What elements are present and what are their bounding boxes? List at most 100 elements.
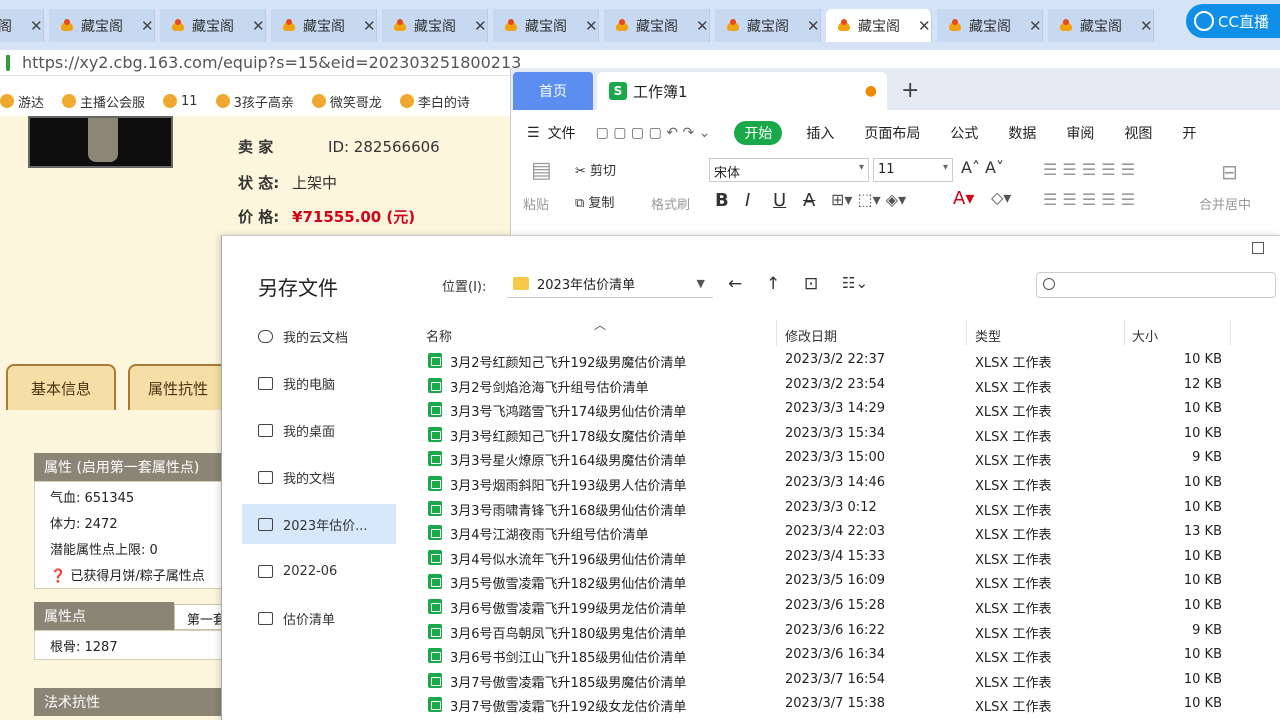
wps-home-tab[interactable]: 首页 [513, 72, 593, 110]
bookmark-item[interactable]: 微笑哥龙 [311, 92, 382, 111]
new-folder-icon[interactable]: ⊡ [804, 274, 818, 294]
align-icons-top[interactable]: ☰ ☰ ☰ ☰ ☰ [1043, 160, 1135, 179]
sidebar-item[interactable]: 我的云文档 [242, 316, 396, 356]
sidebar-item[interactable]: 估价清单 [242, 598, 396, 638]
file-row[interactable]: 3月3号星火燎原飞升164级男魔估价清单 2023/3/3 15:00 XLSX 工… [426, 447, 1246, 471]
browser-tab[interactable]: 藏宝阁 ✕ [271, 9, 377, 42]
close-icon[interactable]: ✕ [363, 17, 376, 35]
browser-tab[interactable]: 藏宝阁 ✕ [160, 9, 266, 42]
tab-basic-info[interactable]: 基本信息 [6, 364, 116, 410]
italic-icon[interactable]: I [745, 190, 750, 211]
file-row[interactable]: 3月6号书剑江山飞升185级男仙估价清单 2023/3/6 16:34 XLSX 工… [426, 644, 1246, 668]
menu-formula[interactable]: 公式 [950, 123, 978, 143]
col-name[interactable]: 名称 [426, 326, 452, 345]
browser-tab[interactable]: 藏宝阁 ✕ [604, 9, 710, 42]
back-arrow-icon[interactable]: ← [728, 274, 742, 294]
wps-workbook-tab[interactable]: S 工作簿1 ● [597, 72, 887, 110]
new-tab-plus-icon[interactable]: + [901, 78, 919, 103]
menu-view[interactable]: 视图 [1124, 123, 1152, 143]
clear-format-icon[interactable]: ◇▾ [991, 188, 1011, 207]
url-text[interactable]: https://xy2.cbg.163.com/equip?s=15&eid=2… [22, 53, 520, 72]
border-icon[interactable]: ⊞▾ ⬚▾ ◈▾ [831, 190, 906, 209]
file-row[interactable]: 3月4号江湖夜雨飞升组号估价清单 2023/3/4 22:03 XLSX 工作表 13… [426, 521, 1246, 545]
bookmark-item[interactable]: 主播公会服 [62, 92, 145, 111]
file-row[interactable]: 3月4号似水流年飞升196级男仙估价清单 2023/3/4 15:33 XLSX 工… [426, 546, 1246, 570]
paste-icon[interactable]: ▤ [531, 158, 552, 183]
file-row[interactable]: 3月3号飞鸿踏雪飞升174级男仙估价清单 2023/3/3 14:29 XLSX 工… [426, 398, 1246, 422]
browser-tab[interactable]: 藏宝阁 ✕ [1048, 9, 1154, 42]
menu-data[interactable]: 数据 [1008, 123, 1036, 143]
bookmark-item[interactable]: 11 [163, 94, 198, 109]
view-mode-icon[interactable]: ☷⌄ [842, 274, 868, 292]
paste-button[interactable]: 粘贴 [523, 194, 549, 213]
browser-tab[interactable]: 藏宝阁 ✕ [382, 9, 488, 42]
font-family-select[interactable]: 宋体 ▾ [709, 158, 869, 182]
col-size[interactable]: 大小 [1132, 326, 1158, 345]
browser-tab[interactable]: 藏宝阁 ✕ [937, 9, 1043, 42]
browser-tab[interactable]: 藏宝阁 ✕ [49, 9, 155, 42]
align-icons-bottom[interactable]: ☰ ☰ ☰ ☰ ☰ [1043, 190, 1135, 209]
font-color-icon[interactable]: A▾ [953, 188, 974, 209]
cc-live-badge[interactable]: CC直播 [1186, 4, 1280, 38]
menu-file[interactable]: 文件 [548, 123, 576, 143]
font-grow-shrink-icons[interactable]: A˄ A˅ [961, 158, 1004, 177]
copy-button[interactable]: ⧉ 复制 [575, 192, 614, 211]
sidebar-item[interactable]: 我的电脑 [242, 363, 396, 403]
menu-insert[interactable]: 插入 [806, 123, 834, 143]
menu-review[interactable]: 审阅 [1066, 123, 1094, 143]
close-icon[interactable]: ✕ [30, 17, 43, 35]
browser-tab[interactable]: 藏宝阁 ✕ [0, 9, 44, 42]
maximize-icon[interactable] [1252, 242, 1264, 254]
file-row[interactable]: 3月6号百鸟朝凤飞升180级男鬼估价清单 2023/3/6 16:22 XLSX 工… [426, 620, 1246, 644]
close-icon[interactable]: ✕ [141, 17, 154, 35]
close-icon[interactable]: ✕ [585, 17, 598, 35]
file-row[interactable]: 3月6号傲雪凌霜飞升199级男龙估价清单 2023/3/6 15:28 XLSX 工… [426, 595, 1246, 619]
bold-icon[interactable]: B [715, 190, 729, 211]
sidebar-item[interactable]: 2022-06 [242, 551, 396, 591]
file-row[interactable]: 3月7号傲雪凌霜飞升185级男魔估价清单 2023/3/7 16:54 XLSX 工… [426, 669, 1246, 693]
bookmark-item[interactable]: 3孩子高亲 [215, 92, 294, 111]
font-size-select[interactable]: 11 ▾ [873, 158, 953, 182]
sidebar-item[interactable]: 我的桌面 [242, 410, 396, 450]
close-icon[interactable]: ✕ [1029, 17, 1042, 35]
format-painter-button[interactable]: 格式刷 [651, 194, 690, 213]
bookmark-item[interactable]: 游达 [0, 92, 44, 111]
file-row[interactable]: 3月7号傲雪凌霜飞升192级女龙估价清单 2023/3/7 15:38 XLSX 工… [426, 693, 1246, 717]
close-icon[interactable]: ✕ [474, 17, 487, 35]
sidebar-item[interactable]: 我的文档 [242, 457, 396, 497]
close-icon[interactable]: ✕ [807, 17, 820, 35]
menu-page-layout[interactable]: 页面布局 [864, 123, 920, 143]
cut-button[interactable]: ✂ 剪切 [575, 160, 616, 179]
file-row[interactable]: 3月5号傲雪凌霜飞升182级男仙估价清单 2023/3/5 16:09 XLSX 工… [426, 570, 1246, 594]
close-icon[interactable]: ✕ [918, 17, 931, 35]
file-row[interactable]: 3月2号剑焰沧海飞升组号估价清单 2023/3/2 23:54 XLSX 工作表 12… [426, 374, 1246, 398]
browser-tab[interactable]: 藏宝阁 ✕ [715, 9, 821, 42]
tab-attr-resist[interactable]: 属性抗性 [128, 364, 228, 410]
address-bar[interactable]: https://xy2.cbg.163.com/equip?s=15&eid=2… [0, 50, 520, 76]
menu-more[interactable]: 开 [1182, 123, 1196, 143]
sidebar-item[interactable]: 2023年估价... [242, 504, 396, 544]
browser-tab[interactable]: 藏宝阁 ✕ [826, 9, 932, 42]
toolbar-quick-icons[interactable]: ▢ ▢ ▢ ▢ ↶ ↷ ⌄ [596, 125, 711, 141]
points-set-tab[interactable]: 第一套 [174, 604, 224, 630]
strikethrough-icon[interactable]: A [803, 190, 815, 211]
file-row[interactable]: 3月2号红颜知己飞升192级男魔估价清单 2023/3/2 22:37 XLSX 工… [426, 349, 1246, 373]
close-icon[interactable]: ✕ [696, 17, 709, 35]
file-row[interactable]: 3月3号烟雨斜阳飞升193级男人估价清单 2023/3/3 14:46 XLSX 工… [426, 472, 1246, 496]
bookmark-item[interactable]: 李白的诗 [399, 92, 470, 111]
merge-icon[interactable]: ⊟ [1221, 160, 1238, 184]
menu-start[interactable]: 开始 [734, 121, 783, 145]
menu-hamburger-icon[interactable]: ☰ [527, 125, 540, 141]
file-row[interactable]: 3月3号红颜知己飞升178级女魔估价清单 2023/3/3 15:34 XLSX 工… [426, 423, 1246, 447]
close-icon[interactable]: ✕ [1140, 17, 1153, 35]
merge-button[interactable]: 合并居中 [1199, 194, 1251, 213]
location-select[interactable]: 2023年估价清单 ▼ [507, 270, 713, 298]
underline-icon[interactable]: U [773, 190, 786, 211]
search-input[interactable] [1036, 272, 1276, 298]
close-icon[interactable]: ✕ [252, 17, 265, 35]
file-row[interactable]: 3月3号雨啸青锋飞升168级男仙估价清单 2023/3/3 0:12 XLSX 工作… [426, 497, 1246, 521]
browser-tab[interactable]: 藏宝阁 ✕ [493, 9, 599, 42]
col-date[interactable]: 修改日期 [785, 326, 837, 345]
col-type[interactable]: 类型 [975, 326, 1001, 345]
up-arrow-icon[interactable]: ↑ [766, 274, 780, 294]
